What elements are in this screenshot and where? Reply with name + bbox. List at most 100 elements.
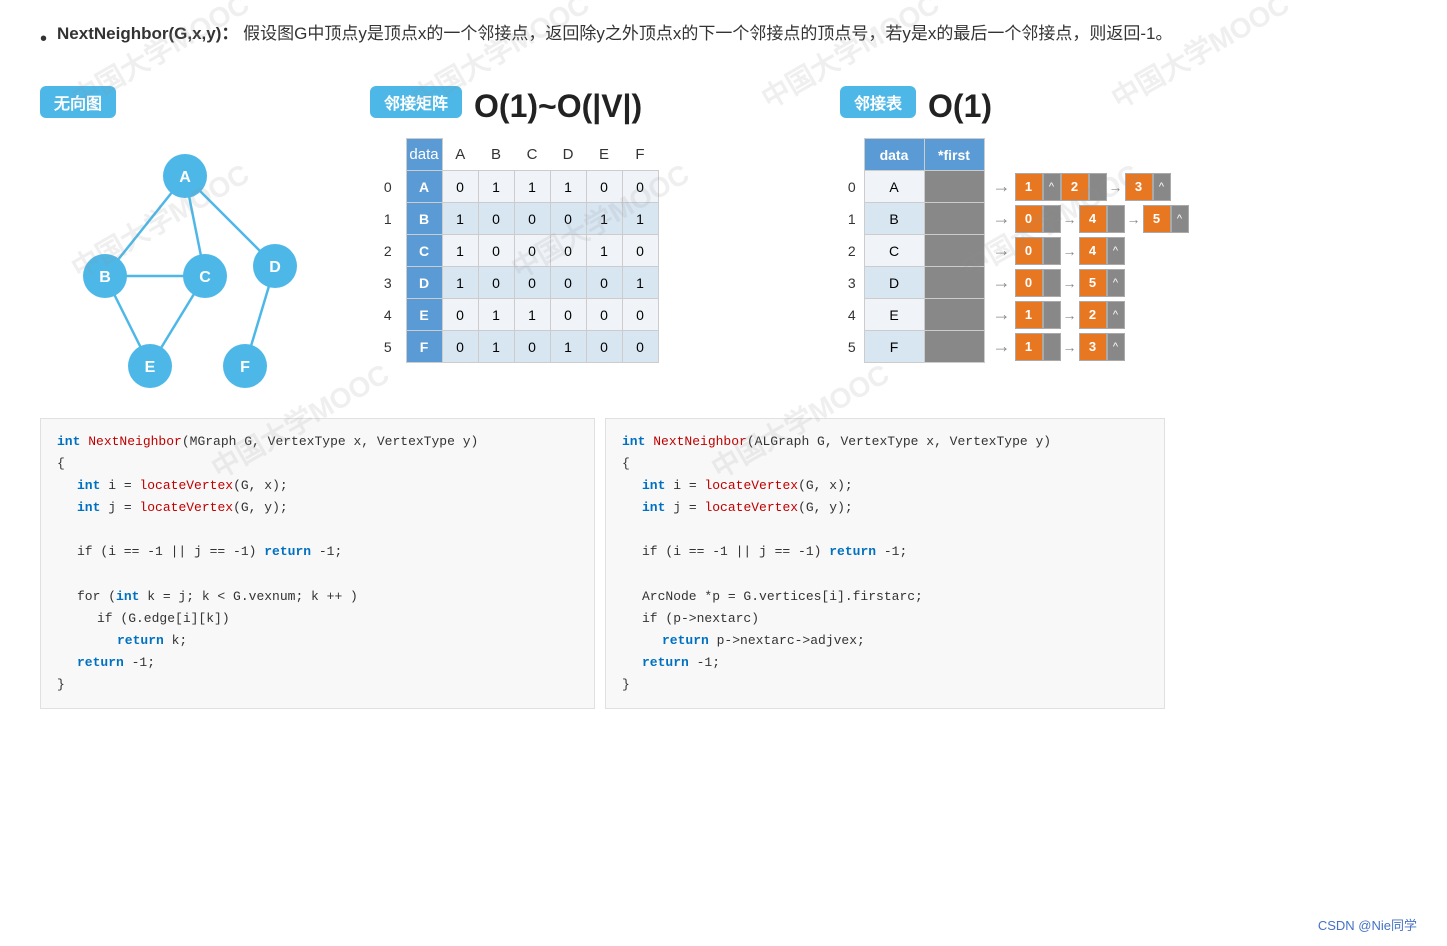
adjlist-rownum-1: 1 [840, 203, 864, 235]
adjlist-table: data *first 0 A →1^2→3^ 1 B →0→4→5^ 2 C … [840, 138, 1189, 363]
matrix-th-rownum [370, 139, 406, 171]
matrix-data-5: F [406, 331, 442, 363]
bottom-credit: CSDN @Nie同学 [1318, 915, 1417, 934]
matrix-label: 邻接矩阵 [370, 86, 462, 118]
adjlist-data-3: D [864, 267, 924, 299]
adjlist-data-0: A [864, 171, 924, 203]
matrix-cell-3-2: 0 [514, 267, 550, 299]
adjlist-links-3: →0→5^ [984, 267, 1189, 299]
matrix-rownum-1: 1 [370, 203, 406, 235]
svg-text:C: C [199, 269, 211, 286]
matrix-cell-5-1: 1 [478, 331, 514, 363]
adjlist-complexity: O(1) [928, 88, 992, 125]
matrix-cell-2-0: 1 [442, 235, 478, 267]
matrix-cell-5-4: 0 [586, 331, 622, 363]
matrix-cell-4-0: 0 [442, 299, 478, 331]
matrix-cell-0-2: 1 [514, 171, 550, 203]
adjlist-rownum-0: 0 [840, 171, 864, 203]
matrix-data-1: B [406, 203, 442, 235]
matrix-data-0: A [406, 171, 442, 203]
svg-text:B: B [99, 269, 111, 286]
matrix-cell-0-5: 0 [622, 171, 658, 203]
matrix-cell-5-0: 0 [442, 331, 478, 363]
graph-svg: A B C D E F [50, 126, 330, 406]
func-name: NextNeighbor(G,x,y)： [57, 24, 238, 43]
svg-text:E: E [145, 359, 156, 376]
matrix-rownum-5: 5 [370, 331, 406, 363]
adjlist-first-3 [924, 267, 984, 299]
adjlist-first-5 [924, 331, 984, 363]
matrix-cell-0-4: 0 [586, 171, 622, 203]
graph-label: 无向图 [40, 86, 116, 118]
adjlist-links-0: →1^2→3^ [984, 171, 1189, 203]
matrix-cell-0-1: 1 [478, 171, 514, 203]
adjlist-data-1: B [864, 203, 924, 235]
svg-text:A: A [179, 169, 191, 186]
matrix-cell-2-4: 1 [586, 235, 622, 267]
top-text: 假设图G中顶点y是顶点x的一个邻接点，返回除y之外顶点x的下一个邻接点的顶点号，… [243, 24, 1172, 43]
adjlist-links-5: →1→3^ [984, 331, 1189, 363]
adjlist-label: 邻接表 [840, 86, 916, 118]
adjlist-rownum-2: 2 [840, 235, 864, 267]
matrix-data-2: C [406, 235, 442, 267]
adjlist-links-2: →0→4^ [984, 235, 1189, 267]
code-mgraph: int NextNeighbor(MGraph G, VertexType x,… [40, 418, 595, 709]
matrix-th-f: F [622, 139, 658, 171]
matrix-cell-1-4: 1 [586, 203, 622, 235]
matrix-cell-4-3: 0 [550, 299, 586, 331]
adjlist-rownum-4: 4 [840, 299, 864, 331]
matrix-cell-4-4: 0 [586, 299, 622, 331]
matrix-th-b: B [478, 139, 514, 171]
matrix-th-data: data [406, 139, 442, 171]
matrix-section: 邻接矩阵 O(1)~O(|V|) data A B C D E F [360, 86, 820, 363]
adjlist-links-1: →0→4→5^ [984, 203, 1189, 235]
matrix-rownum-0: 0 [370, 171, 406, 203]
matrix-cell-2-3: 0 [550, 235, 586, 267]
matrix-cell-1-3: 0 [550, 203, 586, 235]
matrix-cell-0-0: 0 [442, 171, 478, 203]
code-algraph: int NextNeighbor(ALGraph G, VertexType x… [605, 418, 1165, 709]
matrix-data-4: E [406, 299, 442, 331]
matrix-cell-1-0: 1 [442, 203, 478, 235]
matrix-cell-2-2: 0 [514, 235, 550, 267]
adjlist-first-0 [924, 171, 984, 203]
adjlist-first-2 [924, 235, 984, 267]
matrix-cell-3-0: 1 [442, 267, 478, 299]
matrix-cell-3-5: 1 [622, 267, 658, 299]
adjlist-th-data: data [864, 139, 924, 171]
matrix-th-a: A [442, 139, 478, 171]
adjlist-first-4 [924, 299, 984, 331]
matrix-rownum-2: 2 [370, 235, 406, 267]
matrix-cell-5-3: 1 [550, 331, 586, 363]
matrix-th-c: C [514, 139, 550, 171]
adjlist-links-4: →1→2^ [984, 299, 1189, 331]
matrix-cell-4-1: 1 [478, 299, 514, 331]
matrix-cell-2-1: 0 [478, 235, 514, 267]
svg-text:D: D [269, 259, 281, 276]
matrix-cell-3-1: 0 [478, 267, 514, 299]
matrix-cell-1-5: 1 [622, 203, 658, 235]
matrix-table: data A B C D E F 0 A 011100 1 B 100011 2… [370, 138, 659, 363]
matrix-cell-5-2: 0 [514, 331, 550, 363]
matrix-cell-5-5: 0 [622, 331, 658, 363]
adjlist-th-empty [840, 139, 864, 171]
matrix-rownum-3: 3 [370, 267, 406, 299]
matrix-rownum-4: 4 [370, 299, 406, 331]
matrix-th-d: D [550, 139, 586, 171]
matrix-complexity: O(1)~O(|V|) [474, 88, 642, 125]
matrix-cell-2-5: 0 [622, 235, 658, 267]
adjlist-data-5: F [864, 331, 924, 363]
matrix-th-e: E [586, 139, 622, 171]
adjlist-th-links [984, 139, 1189, 171]
svg-text:F: F [240, 359, 250, 376]
matrix-cell-0-3: 1 [550, 171, 586, 203]
adjlist-first-1 [924, 203, 984, 235]
adjlist-data-2: C [864, 235, 924, 267]
matrix-cell-1-2: 0 [514, 203, 550, 235]
matrix-cell-3-3: 0 [550, 267, 586, 299]
matrix-cell-4-2: 1 [514, 299, 550, 331]
code-sections: int NextNeighbor(MGraph G, VertexType x,… [40, 418, 1407, 709]
matrix-data-3: D [406, 267, 442, 299]
top-description: • NextNeighbor(G,x,y)： 假设图G中顶点y是顶点x的一个邻接… [40, 20, 1407, 56]
matrix-cell-1-1: 0 [478, 203, 514, 235]
